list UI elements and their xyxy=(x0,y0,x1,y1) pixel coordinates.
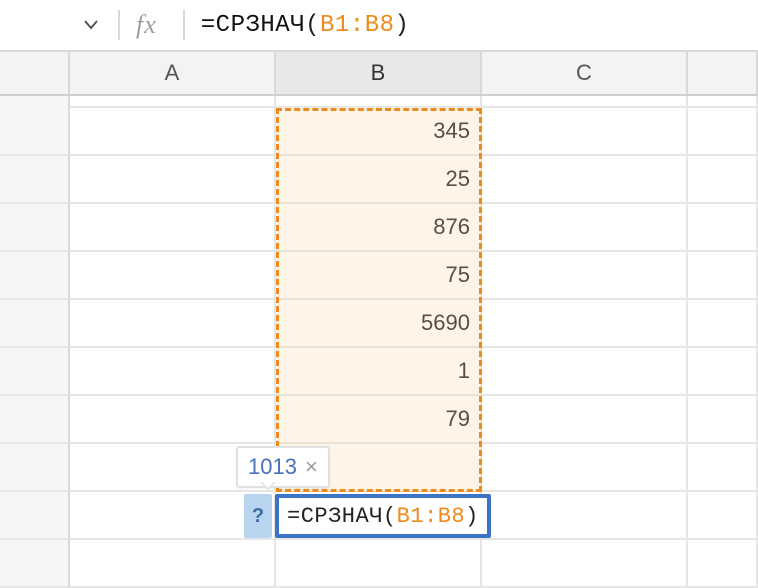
cell[interactable] xyxy=(688,96,758,108)
column-header-next[interactable] xyxy=(688,52,758,94)
cell-D7[interactable] xyxy=(688,396,758,444)
cell-D1[interactable] xyxy=(688,108,758,156)
cell-B3[interactable]: 876 xyxy=(276,204,482,252)
ac-rparen: ) xyxy=(465,504,479,529)
table-row: 79 xyxy=(0,396,758,444)
column-header-C[interactable]: C xyxy=(482,52,688,94)
cell-C4[interactable] xyxy=(482,252,688,300)
cell-C7[interactable] xyxy=(482,396,688,444)
cell-A5[interactable] xyxy=(70,300,276,348)
cell-C5[interactable] xyxy=(482,300,688,348)
ac-range: B1:B8 xyxy=(397,504,466,529)
column-header-A[interactable]: A xyxy=(70,52,276,94)
cell-A7[interactable] xyxy=(70,396,276,444)
spacer-row xyxy=(0,96,758,108)
cell-C3[interactable] xyxy=(482,204,688,252)
vertical-divider xyxy=(183,10,185,40)
cell-C10[interactable] xyxy=(482,540,688,588)
ac-eq: = xyxy=(287,504,301,529)
cell-D5[interactable] xyxy=(688,300,758,348)
cell[interactable] xyxy=(70,96,276,108)
active-cell-editor: ? =СРЗНАЧ(B1:B8) xyxy=(244,494,491,538)
table-row xyxy=(0,444,758,492)
active-cell-input[interactable]: =СРЗНАЧ(B1:B8) xyxy=(275,494,491,538)
table-row: 75 xyxy=(0,252,758,300)
row-head[interactable] xyxy=(0,252,70,300)
row-head[interactable] xyxy=(0,444,70,492)
formula-range: B1:B8 xyxy=(320,12,395,39)
row-head[interactable] xyxy=(0,156,70,204)
formula-bar: fx =СРЗНАЧ(B1:B8) xyxy=(0,0,758,52)
cell-D3[interactable] xyxy=(688,204,758,252)
cell-B5[interactable]: 5690 xyxy=(276,300,482,348)
cell-C9[interactable] xyxy=(482,492,688,540)
cell-D9[interactable] xyxy=(688,492,758,540)
cell-B2[interactable]: 25 xyxy=(276,156,482,204)
formula-eq: = xyxy=(201,12,216,39)
table-row: 1 xyxy=(0,348,758,396)
cell[interactable] xyxy=(276,96,482,108)
column-header-B[interactable]: B xyxy=(276,52,482,94)
fx-label: fx xyxy=(136,10,157,40)
cell-C8[interactable] xyxy=(482,444,688,492)
name-box-dropdown-icon xyxy=(84,20,98,30)
row-head[interactable] xyxy=(0,540,70,588)
table-row xyxy=(0,540,758,588)
cell-A4[interactable] xyxy=(70,252,276,300)
name-box[interactable] xyxy=(14,0,110,50)
table-row: 5690 xyxy=(0,300,758,348)
cell-D6[interactable] xyxy=(688,348,758,396)
preview-value: 1013 xyxy=(248,454,297,480)
vertical-divider xyxy=(118,10,120,40)
table-row: 345 xyxy=(0,108,758,156)
cell-D2[interactable] xyxy=(688,156,758,204)
close-icon[interactable]: × xyxy=(305,456,318,478)
cell-C6[interactable] xyxy=(482,348,688,396)
row-head[interactable] xyxy=(0,300,70,348)
column-headers: A B C xyxy=(0,52,758,96)
cell-C1[interactable] xyxy=(482,108,688,156)
formula-input[interactable]: =СРЗНАЧ(B1:B8) xyxy=(201,12,410,39)
cell-D4[interactable] xyxy=(688,252,758,300)
row-head xyxy=(0,96,70,108)
cell-A2[interactable] xyxy=(70,156,276,204)
cell-D10[interactable] xyxy=(688,540,758,588)
cell-D8[interactable] xyxy=(688,444,758,492)
cell-B4[interactable]: 75 xyxy=(276,252,482,300)
table-row: 876 xyxy=(0,204,758,252)
spreadsheet-grid: A B C 345 25 876 xyxy=(0,52,758,588)
select-all-corner[interactable] xyxy=(0,52,70,94)
ac-fn-name: СРЗНАЧ xyxy=(301,504,383,529)
formula-function-name: СРЗНАЧ xyxy=(216,12,305,39)
cell-A10[interactable] xyxy=(70,540,276,588)
cell-B10[interactable] xyxy=(276,540,482,588)
row-head[interactable] xyxy=(0,396,70,444)
table-row: 25 xyxy=(0,156,758,204)
cell-B6[interactable]: 1 xyxy=(276,348,482,396)
row-head[interactable] xyxy=(0,348,70,396)
cell-B7[interactable]: 79 xyxy=(276,396,482,444)
row-head[interactable] xyxy=(0,492,70,540)
cell-A1[interactable] xyxy=(70,108,276,156)
row-head[interactable] xyxy=(0,204,70,252)
formula-lparen: ( xyxy=(305,12,320,39)
cell-A3[interactable] xyxy=(70,204,276,252)
formula-result-preview: 1013 × xyxy=(236,446,330,488)
cell-A6[interactable] xyxy=(70,348,276,396)
formula-helper-button[interactable]: ? xyxy=(244,494,272,538)
ac-lparen: ( xyxy=(383,504,397,529)
cell-B1[interactable]: 345 xyxy=(276,108,482,156)
row-head[interactable] xyxy=(0,108,70,156)
cell-C2[interactable] xyxy=(482,156,688,204)
cell[interactable] xyxy=(482,96,688,108)
formula-rparen: ) xyxy=(395,12,410,39)
